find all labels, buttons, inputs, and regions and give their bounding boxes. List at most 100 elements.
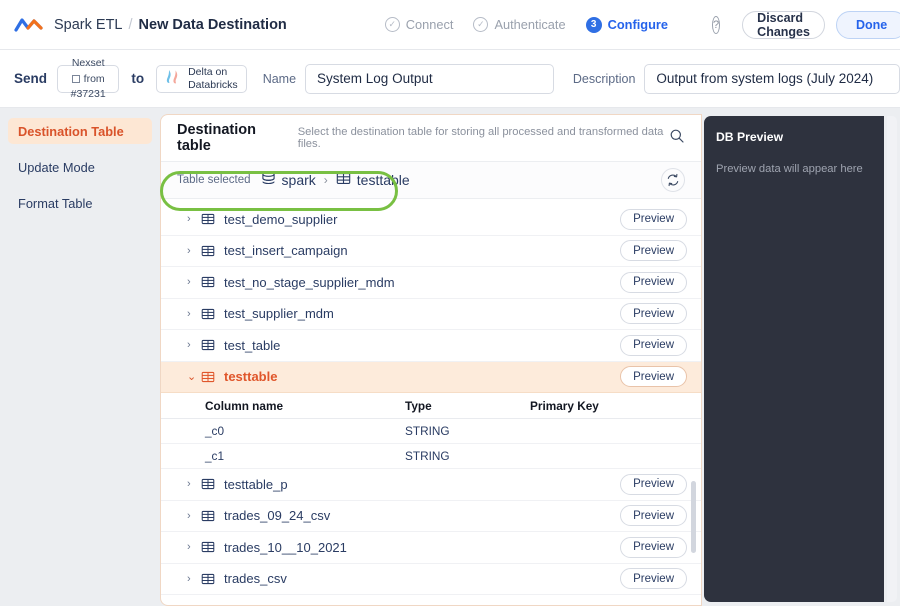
- table-row-name: trades_csv: [224, 571, 287, 587]
- chevron-right-icon[interactable]: ›: [187, 308, 201, 320]
- table-row[interactable]: › test_supplier_mdm Preview: [161, 299, 701, 330]
- step-connect-label: Connect: [405, 17, 454, 32]
- table-row-name: testtable_p: [224, 476, 288, 492]
- chevron-right-icon[interactable]: ›: [187, 478, 201, 490]
- destination-connector-chip[interactable]: Delta on Databricks: [156, 64, 247, 93]
- table-row-name: test_table: [224, 337, 281, 353]
- table-row[interactable]: › test_table Preview: [161, 330, 701, 362]
- databricks-icon: [165, 68, 181, 90]
- table-icon: [201, 275, 215, 289]
- chevron-right-icon[interactable]: ›: [187, 245, 201, 257]
- chevron-right-icon[interactable]: ›: [187, 573, 201, 585]
- preview-button[interactable]: Preview: [620, 271, 687, 293]
- step-connect[interactable]: ✓ Connect: [384, 17, 454, 32]
- panel-title: Destination table: [177, 122, 256, 154]
- chevron-right-icon: ›: [323, 173, 328, 187]
- table-row[interactable]: › testtable_p Preview: [161, 469, 701, 501]
- destination-table-panel: Destination table Select the destination…: [160, 114, 702, 606]
- preview-button[interactable]: Preview: [620, 536, 687, 558]
- preview-button[interactable]: Preview: [620, 334, 687, 356]
- source-chip-bottom: #37231: [70, 88, 106, 100]
- help-icon[interactable]: ?: [712, 15, 721, 34]
- preview-button[interactable]: Preview: [620, 473, 687, 495]
- table-icon: [201, 509, 215, 523]
- spark-wave-logo-icon[interactable]: [14, 14, 44, 36]
- breadcrumb-separator: /: [128, 16, 133, 33]
- source-nexset-chip[interactable]: Nexset from #37231: [57, 57, 120, 99]
- preview-button[interactable]: Preview: [620, 303, 687, 325]
- app-name[interactable]: Spark ETL: [54, 17, 123, 33]
- chevron-right-icon[interactable]: ›: [187, 213, 201, 225]
- table-row-name: trades_10__10_2021: [224, 539, 347, 555]
- preview-button[interactable]: Preview: [620, 208, 687, 230]
- table-row[interactable]: › trades_csv Preview: [161, 564, 701, 595]
- preview-button[interactable]: Preview: [620, 366, 687, 388]
- column-row: _c1 STRING: [161, 444, 701, 469]
- sidebar-item-destination-table[interactable]: Destination Table: [8, 118, 152, 144]
- description-input[interactable]: Output from system logs (July 2024): [644, 63, 900, 94]
- preview-button[interactable]: Preview: [620, 240, 687, 262]
- col-header-type: Type: [405, 398, 432, 413]
- refresh-icon[interactable]: [661, 168, 685, 192]
- table-row-name: test_supplier_mdm: [224, 306, 334, 322]
- column-type: STRING: [405, 449, 450, 463]
- app-header: Spark ETL / New Data Destination ✓ Conne…: [0, 0, 900, 50]
- breadcrumb-table[interactable]: testtable: [336, 171, 410, 189]
- table-row[interactable]: › trades_10__10_2021 Preview: [161, 532, 701, 564]
- preview-button[interactable]: Preview: [620, 568, 687, 590]
- page-title: New Data Destination: [138, 16, 287, 33]
- step-authenticate-label: Authenticate: [494, 17, 566, 32]
- col-header-primary-key: Primary Key: [530, 398, 599, 413]
- table-row-name: test_no_stage_supplier_mdm: [224, 274, 395, 290]
- table-row[interactable]: › trades_09_24_csv Preview: [161, 501, 701, 532]
- sidebar-item-format-table[interactable]: Format Table: [8, 190, 152, 216]
- name-label: Name: [262, 71, 297, 86]
- sidebar-item-update-mode[interactable]: Update Mode: [8, 154, 152, 180]
- name-input[interactable]: System Log Output: [305, 63, 554, 94]
- chevron-right-icon[interactable]: ›: [187, 276, 201, 288]
- description-label: Description: [572, 71, 636, 86]
- breadcrumb-table-label: testtable: [356, 172, 410, 188]
- source-chip-mid: from: [71, 73, 105, 85]
- table-row-name: testtable: [224, 369, 278, 385]
- chevron-down-icon[interactable]: ⌄: [187, 370, 201, 383]
- table-icon: [201, 212, 215, 226]
- table-row-name: test_demo_supplier: [224, 211, 338, 227]
- table-icon: [201, 307, 215, 321]
- table-icon: [336, 171, 351, 189]
- breadcrumb-label: Table selected: [177, 174, 251, 186]
- table-row[interactable]: › test_demo_supplier Preview: [161, 204, 701, 236]
- settings-sidebar: Destination Table Update Mode Format Tab…: [0, 108, 160, 606]
- db-preview-message: Preview data will appear here: [716, 163, 863, 175]
- sidebar-item-label: Format Table: [18, 195, 93, 211]
- discard-changes-button[interactable]: Discard Changes: [742, 10, 825, 39]
- chevron-right-icon[interactable]: ›: [187, 541, 201, 553]
- table-row[interactable]: › test_no_stage_supplier_mdm Preview: [161, 267, 701, 299]
- db-preview-title: DB Preview: [716, 130, 784, 144]
- breadcrumb-title: Spark ETL / New Data Destination: [54, 17, 287, 33]
- table-row[interactable]: ⌄ testtable Preview: [161, 361, 701, 393]
- table-icon: [201, 370, 215, 384]
- chevron-right-icon[interactable]: ›: [187, 510, 201, 522]
- config-toolbar: Send Nexset from #37231 to Delta on Data…: [0, 50, 900, 108]
- table-row[interactable]: › test_insert_campaign Preview: [161, 236, 701, 267]
- sidebar-item-label: Destination Table: [18, 123, 124, 139]
- table-icon: [201, 244, 215, 258]
- breadcrumb-database[interactable]: spark: [261, 171, 316, 189]
- check-icon: ✓: [384, 17, 400, 32]
- table-icon: [201, 572, 215, 586]
- done-button[interactable]: Done: [835, 10, 900, 39]
- step-configure[interactable]: 3 Configure: [585, 16, 668, 33]
- to-label: to: [131, 71, 145, 86]
- app-root: Spark ETL / New Data Destination ✓ Conne…: [0, 0, 900, 606]
- table-list[interactable]: › test_demo_supplier Preview › test_insert_c…: [161, 204, 701, 599]
- column-row: _c0 STRING: [161, 419, 701, 444]
- vertical-scrollbar-thumb[interactable]: [691, 481, 696, 553]
- table-row-name: trades_09_24_csv: [224, 508, 331, 524]
- step-authenticate[interactable]: ✓ Authenticate: [473, 17, 566, 32]
- panel-header: Destination table Select the destination…: [161, 115, 701, 161]
- search-icon[interactable]: [669, 128, 685, 149]
- database-icon: [261, 171, 276, 189]
- chevron-right-icon[interactable]: ›: [187, 339, 201, 351]
- preview-button[interactable]: Preview: [620, 505, 687, 527]
